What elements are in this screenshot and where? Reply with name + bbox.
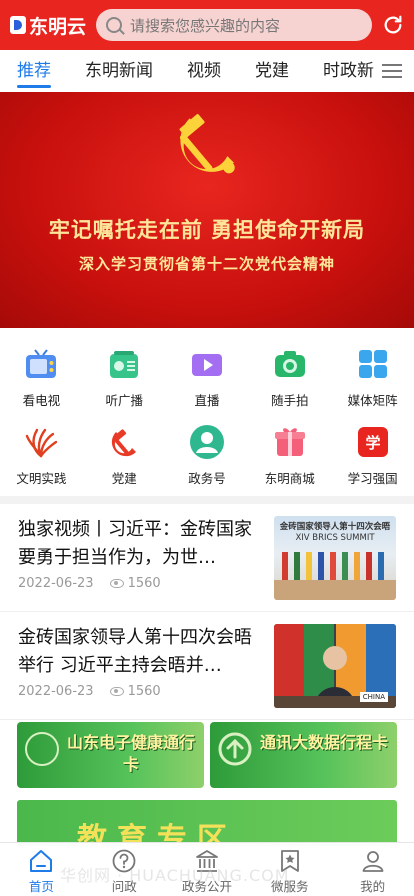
live-icon <box>191 354 222 376</box>
nav-gov-affairs[interactable]: 政务公开 <box>166 843 249 896</box>
hero-banner[interactable]: 牢记嘱托走在前 勇担使命开新局 深入学习贯彻省第十二次党代会精神 <box>0 92 414 328</box>
camera-icon <box>274 351 305 377</box>
user-icon <box>362 851 383 872</box>
grid-label: 党建 <box>111 471 137 486</box>
badge-icon <box>25 732 59 766</box>
function-grid: 看电视 听广播 直播 随手拍 媒体矩阵 文明实践 党建 政务号 东明商城 学 学… <box>0 338 414 494</box>
party-icon <box>112 429 137 457</box>
card-label: 通讯大数据行程卡 <box>259 733 388 752</box>
mall-icon <box>274 428 305 456</box>
tv-icon <box>26 349 57 378</box>
news-meta: 2022-06-23 1560 <box>18 684 161 699</box>
grid-label: 媒体矩阵 <box>347 393 398 408</box>
arrow-up-icon <box>218 732 252 766</box>
grid-label: 直播 <box>194 393 220 408</box>
news-date: 2022-06-23 <box>18 576 94 591</box>
nav-label: 我的 <box>360 879 386 894</box>
government-icon <box>196 850 218 872</box>
grid-label: 学习强国 <box>347 471 398 486</box>
news-item[interactable]: 独家视频丨习近平：金砖国家要勇于担当作为，为世… 2022-06-23 1560… <box>0 504 414 612</box>
grid-label: 政务号 <box>188 471 226 486</box>
banner-subtitle: 深入学习贯彻省第十二次党代会精神 <box>78 255 335 273</box>
bottom-navigation: 首页 问政 政务公开 微服务 我的 <box>0 842 414 896</box>
grid-label: 随手拍 <box>271 393 309 408</box>
grid-item-civilization[interactable]: 文明实践 <box>0 416 83 494</box>
news-thumbnail: 金砖国家领导人第十四次会晤 XIV BRICS SUMMIT <box>274 516 396 600</box>
news-date: 2022-06-23 <box>18 684 94 699</box>
nav-label: 微服务 <box>271 879 309 894</box>
app-name: 东明云 <box>29 15 87 38</box>
tab-recommend[interactable]: 推荐 <box>0 50 68 92</box>
banner-title: 牢记嘱托走在前 勇担使命开新局 <box>48 218 366 242</box>
news-views: 1560 <box>127 576 161 591</box>
svg-text:学: 学 <box>365 434 380 452</box>
home-icon <box>30 850 53 872</box>
channel-menu-icon[interactable] <box>370 50 414 92</box>
eye-icon <box>109 687 124 696</box>
card-label: 山东电子健康通行卡 <box>66 733 195 774</box>
grid-item-gov-account[interactable]: 政务号 <box>166 416 249 494</box>
nav-home[interactable]: 首页 <box>0 843 83 896</box>
nav-label: 政务公开 <box>181 879 232 894</box>
news-views: 1560 <box>127 684 161 699</box>
channel-tabs: 推荐 东明新闻 视频 党建 时政新 <box>0 50 414 92</box>
search-bar[interactable]: 请搜索您感兴趣的内容 <box>96 9 372 41</box>
logo-mark-icon <box>10 16 26 34</box>
nav-inquiry[interactable]: 问政 <box>83 843 166 896</box>
nav-label: 问政 <box>111 879 137 894</box>
news-thumbnail: CHINA <box>274 624 396 708</box>
news-title: 独家视频丨习近平：金砖国家要勇于担当作为，为世… <box>18 519 252 568</box>
education-banner[interactable]: 教育专区 <box>17 800 397 846</box>
tab-dongming-news[interactable]: 东明新闻 <box>68 50 170 92</box>
grid-item-live[interactable]: 直播 <box>166 338 249 416</box>
thumbnail-caption-en: XIV BRICS SUMMIT <box>295 533 375 543</box>
news-meta: 2022-06-23 1560 <box>18 576 161 591</box>
service-cards: 山东电子健康通行卡 通讯大数据行程卡 <box>0 722 414 794</box>
refresh-icon[interactable] <box>382 14 404 36</box>
civilization-icon <box>26 428 58 458</box>
grid-item-xuexi[interactable]: 学 学习强国 <box>331 416 414 494</box>
grid-item-tv[interactable]: 看电视 <box>0 338 83 416</box>
gov-account-icon <box>189 425 224 459</box>
eye-icon <box>109 579 124 588</box>
search-icon <box>106 17 122 33</box>
xuexi-icon: 学 <box>357 427 388 457</box>
grid-item-mall[interactable]: 东明商城 <box>248 416 331 494</box>
service-icon <box>280 850 299 872</box>
nav-micro-service[interactable]: 微服务 <box>248 843 331 896</box>
grid-label: 听广播 <box>105 393 143 408</box>
grid-label: 东明商城 <box>264 471 315 486</box>
app-logo[interactable]: 东明云 <box>10 12 96 39</box>
radio-icon <box>110 351 139 378</box>
matrix-icon <box>358 350 387 378</box>
nav-label: 首页 <box>28 879 54 894</box>
tab-party-building[interactable]: 党建 <box>238 50 306 92</box>
grid-label: 看电视 <box>22 393 61 408</box>
thumbnail-caption: 金砖国家领导人第十四次会晤 <box>279 522 391 532</box>
grid-item-media-matrix[interactable]: 媒体矩阵 <box>331 338 414 416</box>
thumbnail-caption: CHINA <box>359 692 388 702</box>
section-divider <box>0 496 414 504</box>
news-title: 金砖国家领导人第十四次会晤举行 习近平主持会晤并… <box>18 627 252 676</box>
news-item[interactable]: 金砖国家领导人第十四次会晤举行 习近平主持会晤并… 2022-06-23 156… <box>0 612 414 720</box>
grid-item-party[interactable]: 党建 <box>83 416 166 494</box>
health-pass-card[interactable]: 山东电子健康通行卡 <box>17 722 204 788</box>
top-header: 东明云 请搜索您感兴趣的内容 <box>0 0 414 50</box>
nav-mine[interactable]: 我的 <box>331 843 414 896</box>
grid-item-camera[interactable]: 随手拍 <box>248 338 331 416</box>
question-icon <box>112 849 136 873</box>
travel-card[interactable]: 通讯大数据行程卡 <box>210 722 397 788</box>
grid-item-radio[interactable]: 听广播 <box>83 338 166 416</box>
flags-illustration <box>274 552 396 600</box>
search-placeholder: 请搜索您感兴趣的内容 <box>130 16 281 35</box>
tab-video[interactable]: 视频 <box>170 50 238 92</box>
grid-label: 文明实践 <box>16 471 67 486</box>
hammer-sickle-icon <box>179 114 235 174</box>
